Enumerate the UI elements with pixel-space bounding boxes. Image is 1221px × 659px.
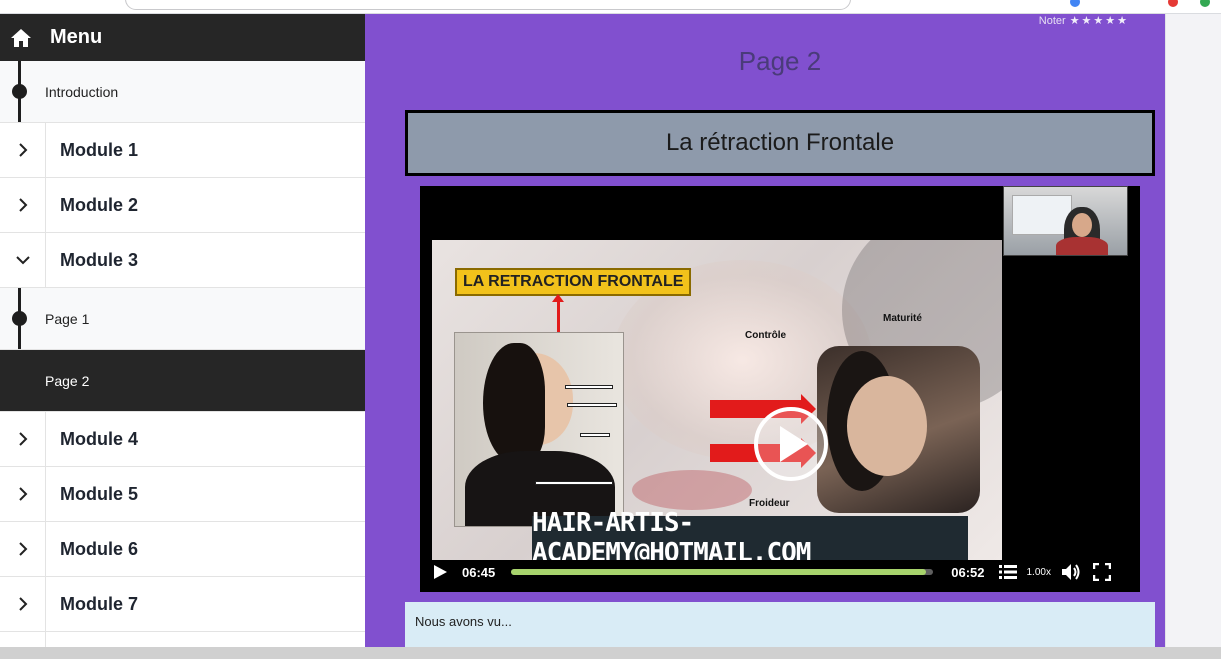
play-overlay-button[interactable] — [754, 407, 828, 481]
rating-widget[interactable]: Noter ★★★★★ — [1038, 14, 1129, 28]
model-photo — [817, 346, 980, 513]
timeline-dot-icon — [12, 83, 27, 99]
star-icon[interactable]: ★★★★★ — [1070, 14, 1129, 27]
lesson-content: Noter ★★★★★ Page 2 La rétraction Frontal… — [365, 14, 1165, 647]
chapters-icon[interactable] — [998, 565, 1017, 579]
sidebar-item-page-1[interactable]: Page 1 — [0, 288, 365, 350]
arrow-left-icon — [580, 433, 610, 437]
webcam-overlay — [1003, 186, 1128, 256]
progress-bar[interactable] — [511, 569, 934, 575]
sidebar-item-label: Page 1 — [45, 310, 90, 327]
module-label: Module 7 — [60, 593, 139, 614]
chevron-right-icon[interactable] — [0, 123, 46, 177]
lesson-title: La rétraction Frontale — [405, 110, 1155, 176]
menu-header[interactable]: Menu — [0, 14, 365, 61]
page-margin — [1165, 14, 1221, 647]
video-player[interactable]: LA RETRACTION FRONTALE Contrôle Maturité… — [420, 186, 1140, 592]
module-label: Module 2 — [60, 194, 139, 215]
arrow-left-icon — [535, 481, 613, 485]
video-controls: 06:45 06:52 1.00x — [420, 552, 1140, 592]
module-label: Module 4 — [60, 428, 139, 449]
progress-fill — [511, 569, 927, 575]
photo-face — [847, 376, 927, 476]
background-lips-image — [632, 470, 752, 510]
extension-icon[interactable] — [1168, 0, 1178, 7]
fullscreen-icon[interactable] — [1092, 563, 1111, 581]
extension-icon[interactable] — [1200, 0, 1210, 7]
browser-toolbar — [0, 0, 1221, 14]
sidebar-module-2[interactable]: Module 2 — [0, 178, 365, 233]
label-maturite: Maturité — [883, 313, 922, 324]
total-time: 06:52 — [951, 564, 985, 580]
play-button[interactable] — [432, 564, 448, 580]
module-label: Module 1 — [60, 139, 139, 160]
slide-title: LA RETRACTION FRONTALE — [455, 268, 692, 296]
sidebar-item-page-2[interactable]: Page 2 — [0, 350, 365, 412]
horizontal-scrollbar[interactable] — [0, 647, 1221, 659]
notes-text: Nous avons vu... — [415, 614, 512, 629]
webcam-face — [1072, 213, 1092, 237]
chevron-right-icon[interactable] — [0, 412, 46, 466]
lesson-notes: Nous avons vu... — [405, 602, 1155, 647]
sidebar-module-3[interactable]: Module 3 — [0, 233, 365, 288]
play-icon — [780, 426, 808, 462]
page-title: Page 2 — [738, 46, 822, 76]
sidebar-item-introduction[interactable]: Introduction — [0, 61, 365, 123]
sidebar-module-next[interactable] — [0, 632, 365, 647]
chevron-right-icon[interactable] — [0, 577, 46, 631]
extension-icon[interactable] — [1070, 0, 1080, 7]
address-bar[interactable] — [125, 0, 851, 10]
module-label: Module 5 — [60, 483, 139, 504]
play-icon — [434, 565, 447, 579]
module-label: Module 3 — [60, 249, 139, 270]
rating-label: Noter — [1038, 14, 1066, 27]
playback-speed-button[interactable]: 1.00x — [1027, 567, 1051, 578]
profile-photo — [454, 332, 624, 527]
timeline-dot-icon — [12, 310, 27, 326]
webcam-window — [1012, 195, 1072, 235]
sidebar-module-4[interactable]: Module 4 — [0, 412, 365, 467]
webcam-shirt — [1056, 237, 1108, 255]
sidebar-item-label: Introduction — [45, 83, 119, 100]
sidebar-item-label: Page 2 — [45, 372, 90, 389]
course-sidebar: Menu Introduction Module 1 Module 2 Modu… — [0, 14, 365, 647]
volume-icon[interactable] — [1061, 563, 1081, 581]
menu-title: Menu — [50, 26, 103, 48]
arrow-left-icon — [567, 403, 617, 407]
app-window: Menu Introduction Module 1 Module 2 Modu… — [0, 0, 1221, 659]
chevron-right-icon[interactable] — [0, 178, 46, 232]
chevron-right-icon[interactable] — [0, 467, 46, 521]
sidebar-module-1[interactable]: Module 1 — [0, 123, 365, 178]
chevron-right-icon[interactable] — [0, 522, 46, 576]
sidebar-module-6[interactable]: Module 6 — [0, 522, 365, 577]
home-icon[interactable] — [10, 28, 32, 48]
chevron-down-icon[interactable] — [0, 233, 46, 287]
sidebar-module-5[interactable]: Module 5 — [0, 467, 365, 522]
profile-hair — [483, 343, 545, 463]
arrow-left-icon — [565, 385, 613, 389]
current-time: 06:45 — [462, 564, 496, 580]
chevron-right-icon[interactable] — [0, 632, 46, 647]
label-controle: Contrôle — [745, 330, 787, 341]
video-frame[interactable]: LA RETRACTION FRONTALE Contrôle Maturité… — [432, 240, 1002, 560]
module-label: Module 6 — [60, 538, 139, 559]
sidebar-module-7[interactable]: Module 7 — [0, 577, 365, 632]
